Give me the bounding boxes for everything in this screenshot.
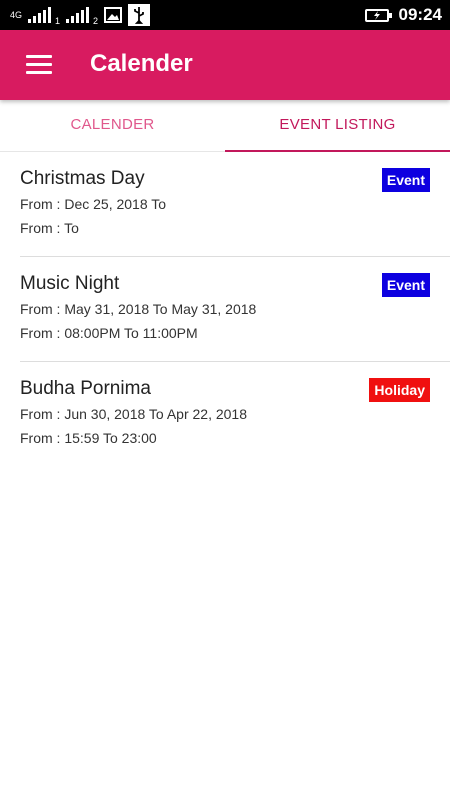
signal-icon: [28, 7, 52, 23]
tab-event-listing[interactable]: EVENT LISTING: [225, 100, 450, 152]
event-date-range: From : Dec 25, 2018 To: [20, 196, 167, 212]
status-bar: 4G 1 2 09:24: [0, 0, 450, 30]
tab-bar: CALENDER EVENT LISTING: [0, 100, 450, 152]
event-date-range: From : May 31, 2018 To May 31, 2018: [20, 301, 257, 317]
event-list: Christmas Day From : Dec 25, 2018 To Fro…: [0, 152, 450, 466]
event-time-range: From : 08:00PM To 11:00PM: [20, 325, 198, 341]
network-type: 4G: [10, 9, 23, 20]
gallery-icon: [104, 7, 123, 23]
battery-icon: [364, 8, 392, 22]
usb-icon: [128, 4, 151, 26]
event-title: Music Night: [20, 273, 120, 294]
clock: 09:24: [398, 5, 442, 24]
hamburger-menu-icon[interactable]: [26, 55, 52, 75]
event-type-badge: Event: [381, 273, 430, 297]
list-item[interactable]: Music Night From : May 31, 2018 To May 3…: [20, 257, 450, 362]
sim2-label: 2: [93, 16, 99, 26]
app-bar: Calender: [0, 30, 450, 100]
event-time-range: From : 15:59 To 23:00: [20, 430, 157, 446]
event-time-range: From : To: [20, 220, 79, 236]
list-item[interactable]: Budha Pornima From : Jun 30, 2018 To Apr…: [20, 362, 450, 466]
event-title: Christmas Day: [20, 168, 145, 189]
status-right: 09:24: [364, 0, 442, 30]
page-title: Calender: [90, 50, 193, 77]
event-title: Budha Pornima: [20, 378, 151, 399]
sim1-label: 1: [55, 16, 61, 26]
event-type-badge: Event: [381, 168, 430, 192]
tab-calender[interactable]: CALENDER: [0, 100, 225, 151]
status-left: 4G 1 2: [10, 4, 151, 26]
list-item[interactable]: Christmas Day From : Dec 25, 2018 To Fro…: [20, 152, 450, 257]
event-date-range: From : Jun 30, 2018 To Apr 22, 2018: [20, 406, 248, 422]
signal-icon: [66, 7, 90, 23]
holiday-type-badge: Holiday: [369, 378, 430, 402]
